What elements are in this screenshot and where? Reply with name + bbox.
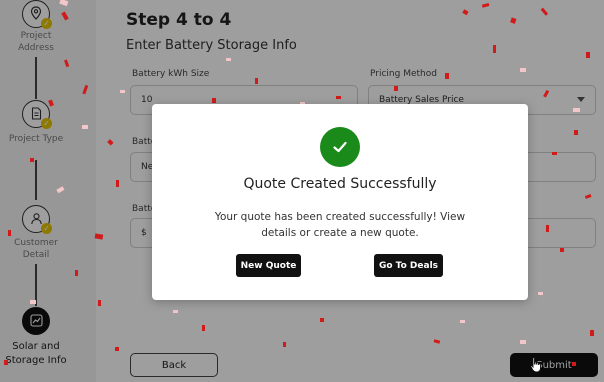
success-check-icon [320,127,360,167]
modal-title: Quote Created Successfully [243,176,437,192]
pointer-cursor-icon [530,357,541,373]
modal-message: Your quote has been created successfully… [214,211,466,239]
success-modal: Quote Created Successfully Your quote ha… [152,104,528,300]
go-to-deals-button[interactable]: Go To Deals [374,254,443,277]
new-quote-button[interactable]: New Quote [236,254,301,277]
